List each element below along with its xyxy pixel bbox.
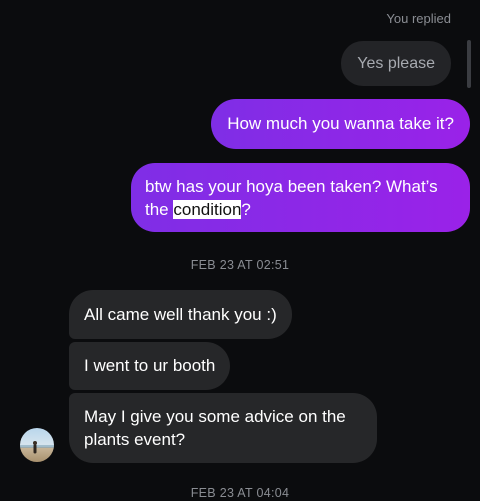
sent-message[interactable]: How much you wanna take it? [211,99,470,149]
message-thread: You replied Yes please How much you wann… [0,0,480,501]
sent-message[interactable]: btw has your hoya been taken? What’s the… [131,163,470,232]
timestamp: FEB 23 AT 04:04 [190,486,290,500]
you-replied-label: You replied [386,11,451,26]
received-message[interactable]: All came well thank you :) [69,290,292,339]
replied-to-message[interactable]: Yes please [341,41,451,86]
message-text: ? [241,200,251,219]
received-message[interactable]: I went to ur booth [69,342,231,390]
avatar-image [20,428,54,462]
timestamp: FEB 23 AT 02:51 [190,258,290,272]
received-message[interactable]: May I give you some advice on the plants… [69,393,377,463]
selected-word: condition [173,200,242,219]
scrollbar[interactable] [467,40,471,88]
sender-avatar[interactable] [20,428,54,462]
